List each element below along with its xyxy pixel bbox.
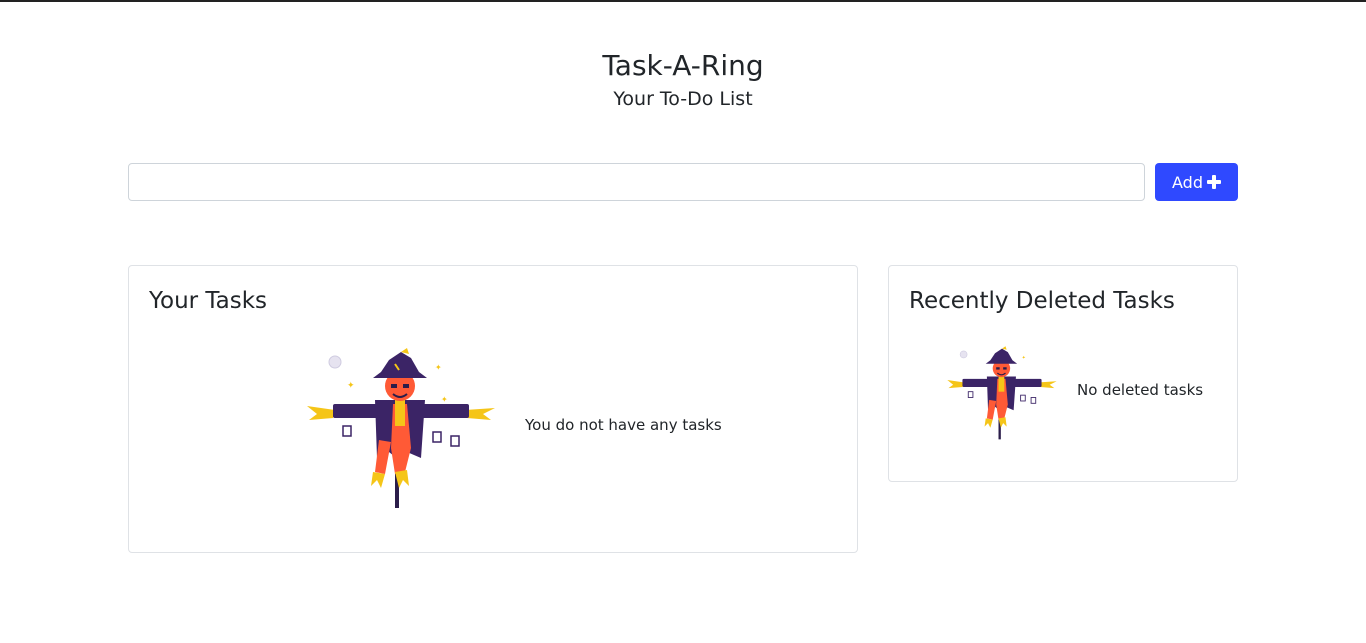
svg-text:✦: ✦ [347,381,355,391]
recently-deleted-card: Recently Deleted Tasks ✦ No deleted task… [888,265,1238,482]
svg-text:✦: ✦ [441,395,448,404]
your-tasks-card: Your Tasks ✦ ✦ ✦ You do not have any tas… [128,265,858,553]
no-tasks-message: You do not have any tasks [525,416,722,434]
recently-deleted-title: Recently Deleted Tasks [909,288,1175,314]
page-title: Task-A-Ring [602,49,764,82]
add-button-label: Add [1172,172,1203,192]
scarecrow-illustration-small: ✦ [947,346,1057,440]
task-input[interactable] [128,163,1145,201]
your-tasks-title: Your Tasks [149,288,268,314]
no-deleted-tasks-message: No deleted tasks [1077,381,1204,399]
svg-text:✦: ✦ [435,363,442,372]
page-header: Task-A-Ring Your To-Do List [0,48,1366,112]
svg-text:✦: ✦ [1022,355,1026,361]
top-border [0,0,1366,2]
page-subtitle: Your To-Do List [613,88,753,110]
add-task-button[interactable]: Add [1155,163,1238,201]
scarecrow-illustration: ✦ ✦ ✦ [307,348,495,508]
plus-icon [1206,175,1221,189]
